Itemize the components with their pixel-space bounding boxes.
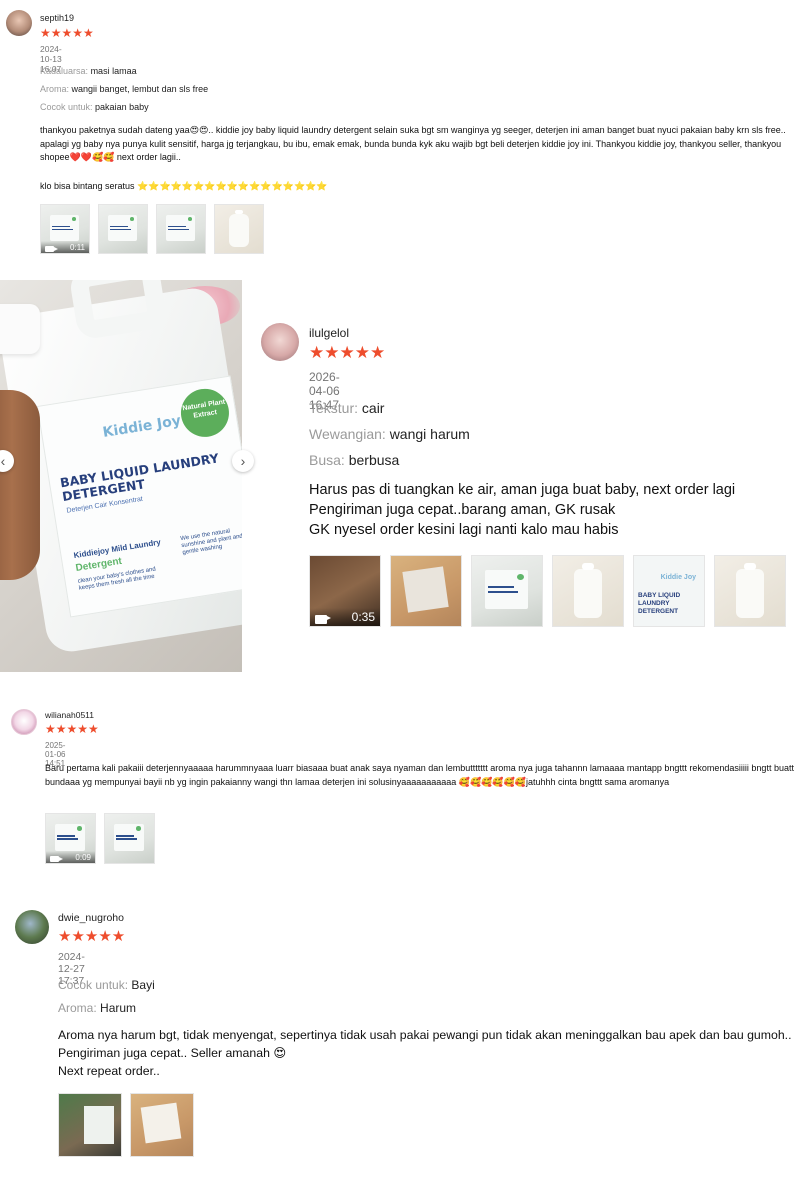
attribute-row: Cocok untuk: Bayi [58,978,155,992]
photo-thumbnail[interactable] [104,813,155,864]
brand-logo: Kiddie Joy [101,412,182,442]
review-text-line: Aroma nya harum bgt, tidak menyengat, se… [58,1028,792,1042]
attribute-row: Aroma: wangii banget, lembut dan sls fre… [40,84,208,94]
attribute-key: Busa: [309,452,345,468]
review-text-line: Pengiriman juga cepat..barang aman, GK r… [309,502,616,518]
avatar[interactable] [15,910,49,944]
media-thumbnails: 0:09 [45,813,163,864]
photo-thumbnail[interactable] [98,204,148,254]
attribute-row: Busa: berbusa [309,452,399,468]
review-text-extra: klo bisa bintang seratus ⭐⭐⭐⭐⭐⭐⭐⭐⭐⭐⭐⭐⭐⭐⭐… [40,181,328,191]
natural-badge: Natural Plant Extract [177,385,233,441]
photo-thumbnail[interactable] [714,555,786,627]
thumb-brand: Kiddie Joy [660,574,696,581]
rating-stars: ★★★★★ [45,722,99,736]
product-title: BABY LIQUID LAUNDRY DETERGENT [58,450,220,505]
product-label: Natural Plant Extract Kiddie Joy BABY LI… [36,375,242,618]
next-image-button[interactable]: › [232,450,254,472]
rating-stars: ★★★★★ [309,343,386,362]
video-thumbnail[interactable]: 0:35 [309,555,381,627]
video-camera-icon [45,246,58,252]
attribute-value: pakaian baby [95,102,149,112]
video-duration: 0:11 [70,243,85,252]
product-cap [0,304,40,354]
review-text-line: Harus pas di tuangkan ke air, aman juga … [309,482,736,498]
attribute-value: Bayi [131,978,155,992]
attribute-row: Tekstur: cair [309,400,384,416]
photo-thumbnail[interactable]: Kiddie Joy BABY LIQUID LAUNDRY DETERGENT [633,555,705,627]
product-desc-2: We use the natural sunshine and plant an… [179,528,242,557]
attribute-key: Cocok untuk: [40,102,93,112]
attribute-key: Cocok untuk: [58,978,129,992]
photo-thumbnail[interactable] [552,555,624,627]
attribute-value: berbusa [348,452,400,468]
video-duration: 0:09 [75,853,91,862]
rating-stars: ★★★★★ [40,26,94,40]
media-thumbnails: 0:11 [40,204,272,254]
attribute-key: Kadaluarsa: [40,66,89,76]
review-text: thankyou paketnya sudah dateng yaa😍😍.. k… [40,125,786,162]
photo-thumbnail[interactable] [214,204,264,254]
attribute-value: wangi harum [389,426,470,442]
photo-thumbnail[interactable] [130,1093,194,1157]
media-thumbnails [58,1093,202,1157]
attribute-key: Aroma: [58,1001,97,1015]
photo-thumbnail[interactable] [471,555,543,627]
attribute-value: Harum [100,1001,137,1015]
video-duration: 0:35 [351,610,375,624]
review-text-line: Pengiriman juga cepat.. Seller amanah 😍 [58,1046,287,1060]
media-viewer-image[interactable]: Natural Plant Extract Kiddie Joy BABY LI… [0,280,242,672]
username[interactable]: dwie_nugroho [58,912,124,924]
avatar[interactable] [6,10,32,36]
attribute-row: Kadaluarsa: masi lamaa [40,66,137,76]
photo-thumbnail[interactable] [156,204,206,254]
avatar[interactable] [11,709,37,735]
attribute-row: Cocok untuk: pakaian baby [40,102,149,112]
review-text: Baru pertama kali pakaiii deterjennyaaaa… [45,763,794,787]
video-thumbnail[interactable]: 0:11 [40,204,90,254]
attribute-value: masi lamaa [90,66,137,76]
hand [0,390,40,580]
attribute-key: Aroma: [40,84,70,94]
avatar[interactable] [261,323,299,361]
thumb-title: BABY LIQUID LAUNDRY DETERGENT [638,592,681,615]
attribute-row: Wewangian: wangi harum [309,426,470,442]
video-camera-icon [50,856,63,862]
attribute-value: cair [361,400,385,416]
rating-stars: ★★★★★ [58,928,126,945]
review-text-line: GK nyesel order kesini lagi nanti kalo m… [309,522,619,538]
review-text-line: Next repeat order.. [58,1064,160,1078]
attribute-value: wangii banget, lembut dan sls free [71,84,209,94]
username[interactable]: wilianah0511 [45,710,94,720]
attribute-row: Aroma: Harum [58,1001,136,1015]
attribute-key: Tekstur: [309,400,359,416]
photo-thumbnail[interactable] [58,1093,122,1157]
username[interactable]: ilulgelol [309,326,349,340]
video-camera-icon [315,615,331,624]
photo-thumbnail[interactable] [390,555,462,627]
video-thumbnail[interactable]: 0:09 [45,813,96,864]
media-thumbnails: 0:35 Kiddie Joy BABY LIQUID LAUNDRY DETE… [309,555,786,627]
username[interactable]: septih19 [40,13,74,23]
attribute-key: Wewangian: [309,426,386,442]
